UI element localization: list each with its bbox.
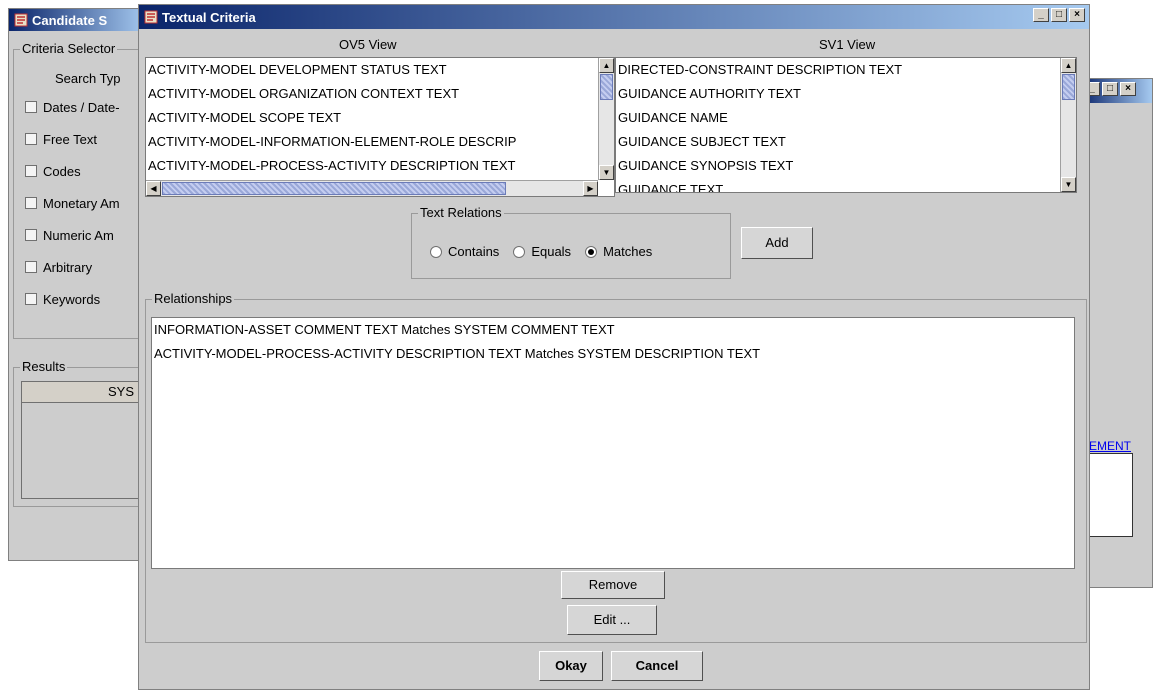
scroll-up-icon[interactable]: ▲ (599, 58, 614, 73)
text-relations-title: Text Relations (418, 205, 504, 220)
list-item[interactable]: GUIDANCE AUTHORITY TEXT (616, 82, 1076, 106)
cancel-button[interactable]: Cancel (611, 651, 703, 681)
ov5-view-label: OV5 View (339, 37, 397, 52)
checkbox-box[interactable] (25, 197, 37, 209)
list-item[interactable]: ACTIVITY-MODEL ORGANIZATION CONTEXT TEXT (146, 82, 614, 106)
checkbox-label: Codes (43, 163, 81, 179)
background-window-right: _ □ × EMENT (1080, 78, 1153, 588)
maximize-icon[interactable]: □ (1102, 82, 1118, 96)
checkbox-free-text[interactable]: Free Text (25, 129, 97, 149)
scroll-down-icon[interactable]: ▼ (599, 165, 614, 180)
radio-label: Equals (531, 244, 572, 259)
list-item[interactable]: ACTIVITY-MODEL DEVELOPMENT STATUS TEXT (146, 58, 614, 82)
checkbox-arbitrary[interactable]: Arbitrary (25, 257, 92, 277)
checkbox-label: Keywords (43, 291, 101, 307)
checkbox-label: Free Text (43, 131, 97, 147)
radio-label: Matches (603, 244, 653, 259)
list-item[interactable]: GUIDANCE TEXT (616, 178, 1076, 192)
add-button[interactable]: Add (741, 227, 813, 259)
edit-button[interactable]: Edit ... (567, 605, 657, 635)
radio-contains[interactable]: Contains (430, 244, 499, 259)
checkbox-label: Numeric Am (43, 227, 114, 243)
scroll-right-icon[interactable]: ▶ (583, 181, 598, 196)
relationships-title: Relationships (152, 291, 235, 306)
scroll-up-icon[interactable]: ▲ (1061, 58, 1076, 73)
app-icon (13, 12, 29, 28)
sv1-vertical-scrollbar[interactable]: ▲ ▼ (1060, 58, 1076, 192)
list-item[interactable]: ACTIVITY-MODEL SCOPE TEXT (146, 106, 614, 130)
scroll-thumb[interactable] (600, 74, 613, 100)
radio-indicator[interactable] (430, 245, 442, 258)
maximize-icon[interactable]: □ (1051, 8, 1067, 22)
radio-equals[interactable]: Equals (513, 244, 571, 259)
results-table: SYS (21, 381, 147, 499)
checkbox-label: Monetary Am (43, 195, 120, 211)
okay-button[interactable]: Okay (539, 651, 603, 681)
list-item[interactable]: GUIDANCE SUBJECT TEXT (616, 130, 1076, 154)
background-window-right-titlebar[interactable]: _ □ × (1081, 79, 1152, 103)
minimize-icon[interactable]: _ (1033, 8, 1049, 22)
results-title: Results (20, 359, 68, 374)
checkbox-box[interactable] (25, 101, 37, 113)
checkbox-box[interactable] (25, 165, 37, 177)
scroll-down-icon[interactable]: ▼ (1061, 177, 1076, 192)
app-icon (143, 9, 159, 25)
element-link[interactable]: EMENT (1089, 439, 1131, 453)
checkbox-box[interactable] (25, 293, 37, 305)
checkbox-label: Dates / Date- (43, 99, 120, 115)
checkbox-keywords[interactable]: Keywords (25, 289, 100, 309)
list-item[interactable]: GUIDANCE NAME (616, 106, 1076, 130)
candidate-window: Candidate S Criteria Selector Search Typ… (8, 8, 153, 561)
results-column-header[interactable]: SYS (22, 382, 146, 403)
radio-indicator[interactable] (585, 245, 598, 258)
radio-indicator[interactable] (513, 245, 526, 258)
close-icon[interactable]: × (1069, 8, 1085, 22)
textual-criteria-dialog: Textual Criteria _ □ × OV5 View SV1 View… (138, 4, 1090, 690)
checkbox-numeric[interactable]: Numeric Am (25, 225, 114, 245)
checkbox-monetary[interactable]: Monetary Am (25, 193, 120, 213)
ov5-vertical-scrollbar[interactable]: ▲ ▼ (598, 58, 614, 180)
remove-button[interactable]: Remove (561, 571, 665, 599)
ov5-list[interactable]: ACTIVITY-MODEL DEVELOPMENT STATUS TEXT A… (145, 57, 615, 197)
search-type-label: Search Typ (55, 71, 121, 86)
candidate-window-titlebar[interactable]: Candidate S (9, 9, 147, 31)
checkbox-box[interactable] (25, 261, 37, 273)
list-item[interactable]: DIRECTED-CONSTRAINT DESCRIPTION TEXT (616, 58, 1076, 82)
ov5-horizontal-scrollbar[interactable]: ◀ ▶ (146, 180, 598, 196)
list-item[interactable]: GUIDANCE SYNOPSIS TEXT (616, 154, 1076, 178)
scroll-thumb[interactable] (1062, 74, 1075, 100)
dialog-title: Textual Criteria (162, 9, 256, 25)
relationships-list[interactable]: INFORMATION-ASSET COMMENT TEXT Matches S… (151, 317, 1075, 569)
list-item[interactable]: ACTIVITY-MODEL-PROCESS-ACTIVITY DESCRIPT… (146, 154, 614, 178)
relationship-item[interactable]: INFORMATION-ASSET COMMENT TEXT Matches S… (152, 318, 1074, 342)
radio-label: Contains (448, 244, 500, 259)
candidate-window-title: Candidate S (32, 12, 108, 28)
checkbox-box[interactable] (25, 229, 37, 241)
checkbox-box[interactable] (25, 133, 37, 145)
checkbox-codes[interactable]: Codes (25, 161, 81, 181)
relationship-item[interactable]: ACTIVITY-MODEL-PROCESS-ACTIVITY DESCRIPT… (152, 342, 1074, 366)
list-item[interactable]: ACTIVITY-MODEL-INFORMATION-ELEMENT-ROLE … (146, 130, 614, 154)
checkbox-label: Arbitrary (43, 259, 93, 275)
sv1-view-label: SV1 View (819, 37, 876, 52)
text-relations-group: Text Relations Contains Equals Matches (411, 205, 731, 279)
right-window-panel (1085, 453, 1133, 537)
scroll-thumb[interactable] (162, 182, 506, 195)
criteria-selector-title: Criteria Selector (20, 41, 118, 56)
dialog-titlebar[interactable]: Textual Criteria _ □ × (139, 5, 1089, 29)
checkbox-dates[interactable]: Dates / Date- (25, 97, 120, 117)
sv1-list[interactable]: DIRECTED-CONSTRAINT DESCRIPTION TEXT GUI… (615, 57, 1077, 193)
radio-matches[interactable]: Matches (585, 244, 652, 259)
close-icon[interactable]: × (1120, 82, 1136, 96)
scroll-left-icon[interactable]: ◀ (146, 181, 161, 196)
